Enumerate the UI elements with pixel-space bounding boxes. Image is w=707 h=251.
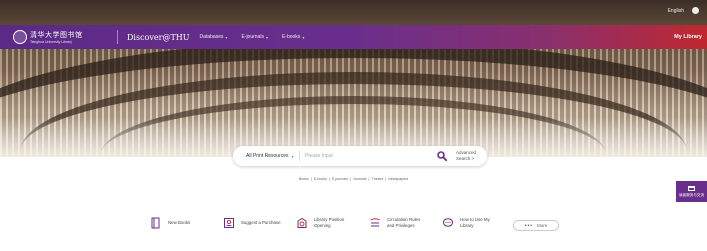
quicklink-ebooks[interactable]: E-books <box>314 177 327 181</box>
service-new-books[interactable]: New Books <box>150 217 223 229</box>
chat-icon <box>442 218 454 227</box>
float-tab-label: 读者服务与交流 <box>678 192 705 197</box>
search-icon[interactable] <box>437 151 447 161</box>
rules-icon <box>370 218 380 227</box>
more-dots-icon: ••• <box>524 222 533 229</box>
user-icon[interactable] <box>692 7 699 14</box>
clock-icon <box>297 217 307 228</box>
quicklink-theses[interactable]: Theses <box>372 177 384 181</box>
utility-bar: English <box>668 7 699 14</box>
service-circulation-rules[interactable]: Circulation Rules and Privileges <box>369 217 442 229</box>
logo-chinese-name: 清华大学图书馆 <box>30 31 83 39</box>
library-homepage: English 清华大学图书馆 Tsinghua University Libr… <box>0 0 707 251</box>
brand-title[interactable]: Discover@THU <box>127 33 190 42</box>
search-quicklinks: Books | E-books | E-journals | Journals … <box>298 177 409 181</box>
book-icon <box>151 217 160 229</box>
reader-service-float-tab[interactable]: 读者服务与交流 <box>676 181 707 202</box>
more-services-button[interactable]: ••• More <box>513 220 559 231</box>
quicklink-ejournals[interactable]: E-journals <box>332 177 348 181</box>
chevron-down-icon: ▾ <box>225 34 228 40</box>
my-library-link[interactable]: My Library <box>674 34 707 40</box>
quicklink-newspapers[interactable]: Newspapers <box>388 177 408 181</box>
nav-divider <box>117 30 118 44</box>
nav-menu: Databases ▾ E-journals ▾ E-books ▾ <box>200 34 305 40</box>
chevron-down-icon: ▾ <box>265 34 268 40</box>
main-nav: 清华大学图书馆 Tsinghua University Library Disc… <box>0 25 707 49</box>
chevron-down-icon: ▾ <box>291 153 294 159</box>
service-suggest-purchase[interactable]: Suggest a Purchase <box>223 217 296 229</box>
service-shortcuts: New Books Suggest a Purchase Library Pos… <box>150 217 515 229</box>
quicklink-journals[interactable]: Journals <box>353 177 367 181</box>
nav-item-ebooks[interactable]: E-books ▾ <box>282 34 304 40</box>
service-box-icon <box>688 185 695 191</box>
nav-item-databases[interactable]: Databases ▾ <box>200 34 228 40</box>
university-seal-icon <box>13 30 27 44</box>
service-library-opening[interactable]: Library Position Opening <box>296 217 369 229</box>
advanced-search-link[interactable]: Advanced Search > <box>456 150 487 161</box>
nav-item-ejournals[interactable]: E-journals ▾ <box>241 34 268 40</box>
hero-banner-image <box>0 0 707 157</box>
search-scope-select[interactable]: All Print Resources ▾ <box>233 153 299 159</box>
search-bar: All Print Resources ▾ Please Input Advanc… <box>233 146 487 166</box>
quicklink-books[interactable]: Books <box>299 177 309 181</box>
language-switch[interactable]: English <box>668 8 684 14</box>
service-how-to-use[interactable]: How to Use My Library <box>442 217 515 229</box>
library-logo[interactable]: 清华大学图书馆 Tsinghua University Library <box>0 25 108 49</box>
logo-english-name: Tsinghua University Library <box>30 40 73 44</box>
search-input[interactable]: Please Input <box>300 153 437 159</box>
chevron-down-icon: ▾ <box>302 34 305 40</box>
suggest-icon <box>224 218 234 228</box>
